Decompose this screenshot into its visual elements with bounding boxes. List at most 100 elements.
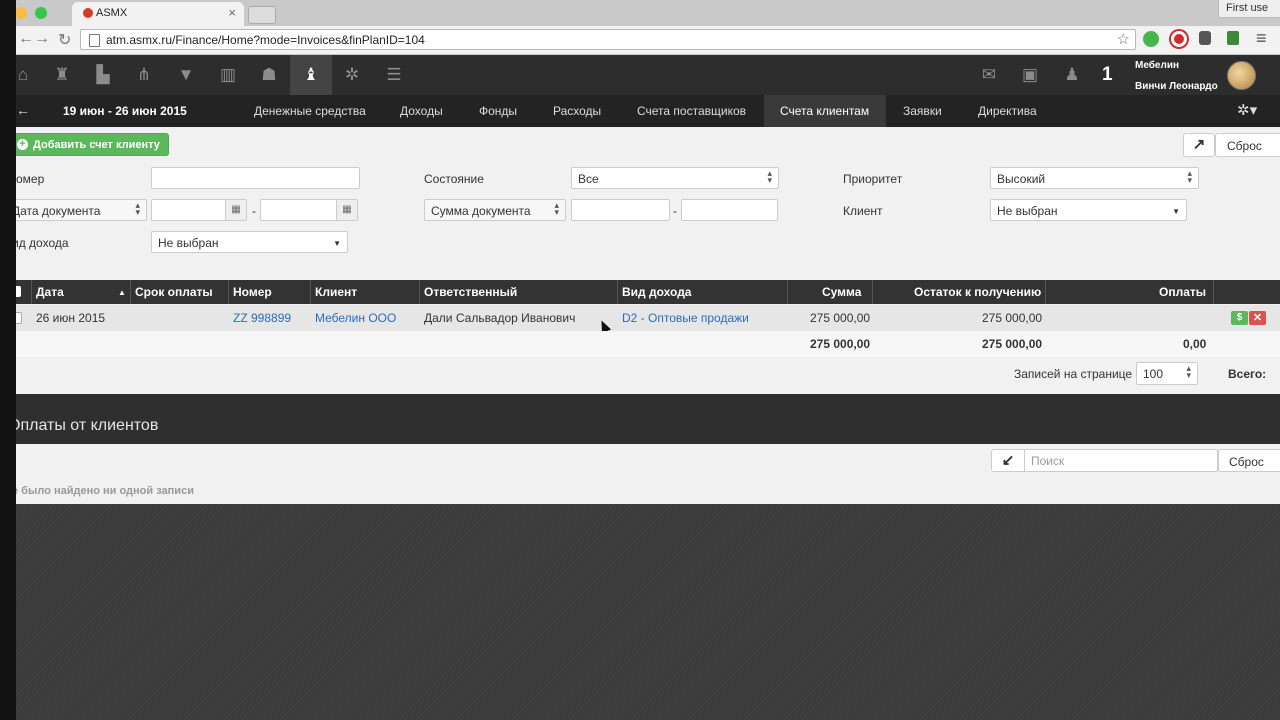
add-invoice-label: Добавить счет клиенту	[33, 139, 160, 151]
import-arrow-icon[interactable]: ↙	[991, 449, 1025, 472]
col-due[interactable]: Срок оплаты	[135, 285, 213, 299]
briefcase-icon[interactable]: ▣	[1019, 64, 1041, 86]
back-arrow-icon[interactable]: ←	[18, 30, 34, 48]
tab-close-icon[interactable]: ×	[228, 5, 236, 20]
hand-extension-icon[interactable]	[1199, 31, 1211, 45]
sum-from-input[interactable]	[571, 199, 670, 221]
state-label: Состояние	[424, 172, 484, 186]
opera-extension-icon[interactable]	[1171, 31, 1187, 47]
col-remaining[interactable]: Остаток к получению	[914, 285, 1041, 299]
tab-title: ASMX	[96, 7, 128, 19]
empty-state-text: е было найдено ни одной записи	[12, 485, 194, 497]
org-icon[interactable]: ♜	[51, 64, 73, 86]
tab-directive[interactable]: Директива	[978, 104, 1037, 118]
bell-icon[interactable]: ♟	[1061, 64, 1083, 86]
calendar-icon[interactable]: ▦	[336, 200, 357, 220]
calendar-icon[interactable]: ▦	[225, 200, 246, 220]
tab-expenses[interactable]: Расходы	[553, 104, 601, 118]
row-date: 26 июн 2015	[36, 311, 106, 325]
col-date[interactable]: Дата	[36, 285, 64, 299]
date-from-input[interactable]: ▦	[151, 199, 247, 221]
priority-select[interactable]: Высокий ▴ ▾	[990, 167, 1199, 189]
updown-icon: ▴ ▾	[767, 168, 772, 185]
user-name[interactable]: Винчи Леонардо	[1135, 81, 1218, 92]
minimize-window-icon[interactable]	[15, 7, 27, 19]
address-bar[interactable]: atm.asmx.ru/Finance/Home?mode=Invoices&f…	[80, 29, 1136, 50]
col-income-type[interactable]: Вид дохода	[622, 285, 691, 299]
mail-icon[interactable]: ✉	[978, 64, 1000, 86]
add-invoice-button[interactable]: + Добавить счет клиенту	[12, 133, 169, 156]
tab-client-invoices[interactable]: Счета клиентам	[780, 104, 869, 118]
state-select[interactable]: Все ▴ ▾	[571, 167, 779, 189]
col-responsible[interactable]: Ответственный	[424, 285, 517, 299]
tab-supplier-invoices[interactable]: Счета поставщиков	[637, 104, 746, 118]
tab-funds[interactable]: Фонды	[479, 104, 517, 118]
notification-count[interactable]: 1	[1102, 64, 1113, 86]
column-divider	[310, 280, 311, 304]
hat-icon[interactable]: ☗	[258, 64, 280, 86]
total-payments: 0,00	[1183, 337, 1207, 351]
sum-range-dash: -	[673, 204, 677, 218]
row-responsible: Дали Сальвадор Иванович	[424, 311, 576, 325]
settings-gear-icon[interactable]: ✲▾	[1237, 101, 1257, 119]
date-to-input[interactable]: ▦	[260, 199, 358, 221]
payments-reset-button[interactable]: Сброс	[1218, 449, 1280, 472]
row-number-link[interactable]: ZZ 998899	[233, 311, 291, 325]
client-select[interactable]: Не выбран ▼	[990, 199, 1187, 221]
factory-icon[interactable]: ▙	[92, 64, 114, 86]
extension-pin-icon[interactable]	[1143, 31, 1159, 47]
sort-asc-icon[interactable]: ▲	[118, 288, 126, 297]
tab-income[interactable]: Доходы	[400, 104, 443, 118]
forward-arrow-icon[interactable]: →	[34, 30, 50, 48]
row-client-link[interactable]: Мебелин ООО	[315, 311, 396, 325]
app-header: ⌂ ♜ ▙ ⋔ ▼ ▥ ☗ ♝ ✲ ☰ ✉ ▣ ♟ 1 Мебелин Винч…	[0, 55, 1280, 95]
browser-tab[interactable]: ASMX ×	[72, 2, 244, 26]
number-input[interactable]	[151, 167, 360, 189]
payments-section-title: Оплаты от клиентов	[8, 417, 159, 434]
filter-icon[interactable]: ▼	[175, 64, 197, 86]
column-divider	[1213, 280, 1214, 304]
export-arrow-icon[interactable]: ↗	[1183, 133, 1215, 157]
col-number[interactable]: Номер	[233, 285, 272, 299]
pay-button[interactable]: $	[1231, 311, 1248, 325]
sum-to-input[interactable]	[681, 199, 778, 221]
row-income-type-link[interactable]: D2 - Оптовые продажи	[622, 311, 749, 325]
column-divider	[31, 280, 32, 304]
delete-button[interactable]: ✕	[1249, 311, 1266, 325]
col-sum[interactable]: Сумма	[822, 285, 861, 299]
tab-cash[interactable]: Денежные средства	[254, 104, 366, 118]
zoom-window-icon[interactable]	[35, 7, 47, 19]
table-row[interactable]: 26 июн 2015 ZZ 998899 Мебелин ООО Дали С…	[0, 305, 1280, 331]
income-type-select[interactable]: Не выбран ▼	[151, 231, 348, 253]
col-client[interactable]: Клиент	[315, 285, 357, 299]
col-payments[interactable]: Оплаты	[1159, 285, 1206, 299]
hierarchy-icon[interactable]: ⋔	[133, 64, 155, 86]
date-range-dash: -	[252, 204, 256, 218]
per-page-select[interactable]: 100 ▴ ▾	[1136, 362, 1198, 385]
bookmark-star-icon[interactable]: ☆	[1117, 30, 1130, 48]
nav-back-icon[interactable]: ←	[16, 102, 30, 118]
first-use-label: First use	[1218, 0, 1280, 18]
tool-extension-icon[interactable]	[1227, 31, 1239, 45]
search-placeholder: Поиск	[1031, 454, 1065, 468]
menu-icon[interactable]: ≡	[1256, 28, 1267, 49]
reload-icon[interactable]: ↻	[58, 30, 71, 50]
reset-label: Сброс	[1229, 455, 1264, 469]
payments-search-input[interactable]: Поиск	[1024, 449, 1218, 472]
new-tab-button[interactable]	[248, 6, 276, 24]
gear-icon[interactable]: ✲	[341, 64, 363, 86]
payments-section-header: Оплаты от клиентов	[0, 394, 1280, 444]
date-range[interactable]: 19 июн - 26 июн 2015	[63, 104, 187, 118]
tomato-favicon-icon	[83, 8, 93, 18]
list-icon[interactable]: ☰	[383, 64, 405, 86]
invoices-table-header: Дата ▲ Срок оплаты Номер Клиент Ответств…	[0, 280, 1280, 304]
reset-filters-button[interactable]: Сброс	[1215, 133, 1280, 157]
user-company: Мебелин	[1135, 60, 1180, 71]
bar-chart-icon[interactable]: ▥	[217, 64, 239, 86]
money-bag-icon[interactable]: ♝	[300, 64, 322, 86]
date-type-select[interactable]: Дата документа ▴ ▾	[5, 199, 147, 221]
avatar[interactable]	[1227, 61, 1256, 90]
sum-type-select[interactable]: Сумма документа ▴ ▾	[424, 199, 566, 221]
date-type-value: Дата документа	[12, 204, 101, 218]
tab-requests[interactable]: Заявки	[903, 104, 942, 118]
